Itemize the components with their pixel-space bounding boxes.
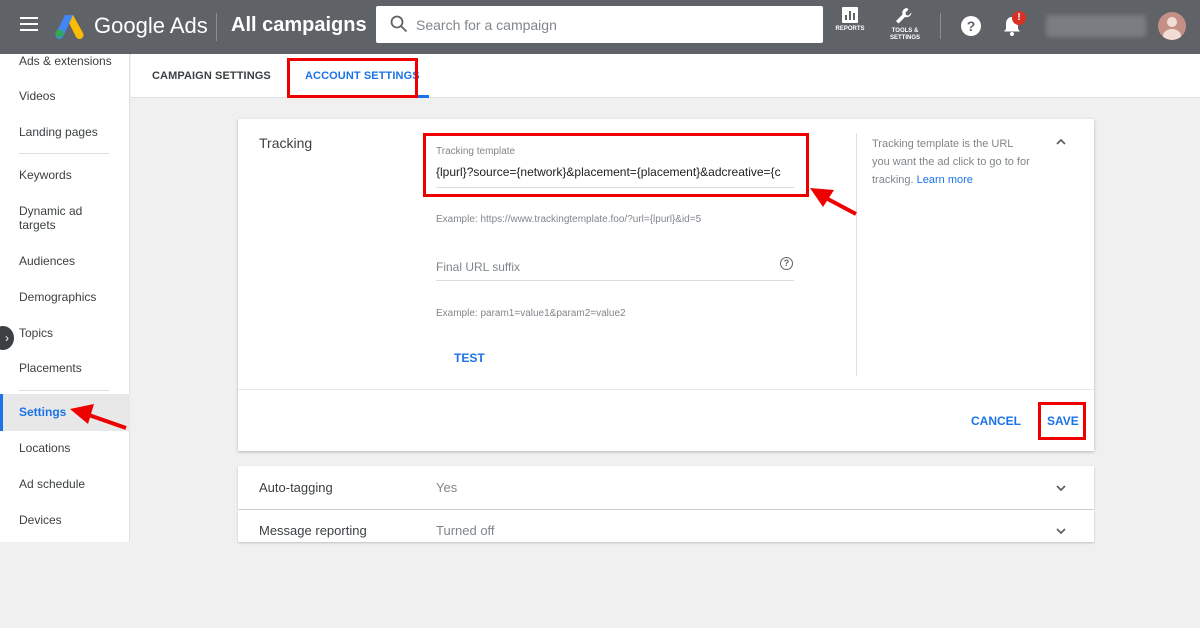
message-reporting-label: Message reporting [259, 523, 367, 538]
panel-vertical-divider [856, 133, 857, 376]
sidebar-divider [19, 390, 109, 391]
auto-tagging-label: Auto-tagging [259, 480, 333, 495]
tools-settings-button[interactable]: TOOLS & SETTINGS [884, 6, 926, 42]
sidebar-item-landing-pages[interactable]: Landing pages [0, 125, 130, 139]
sidebar-item-videos[interactable]: Videos [0, 89, 130, 103]
sidebar-item-dynamic-ad-targets[interactable]: Dynamic ad targets [0, 204, 100, 232]
final-url-suffix-underline [436, 280, 794, 281]
google-ads-logo [55, 15, 84, 39]
topbar-divider [940, 13, 941, 39]
page-title: All campaigns [231, 14, 367, 36]
tools-label-line1: TOOLS & [891, 28, 919, 34]
avatar[interactable] [1158, 12, 1186, 40]
highlight-box-save [1038, 402, 1086, 440]
chevron-down-icon[interactable] [1054, 524, 1068, 538]
sidebar: Ads & extensions Videos Landing pages Ke… [0, 54, 130, 542]
help-circle-icon[interactable]: ? [780, 257, 793, 270]
highlight-box-tracking-template [423, 133, 809, 197]
tracking-section-label: Tracking [259, 135, 313, 151]
help-icon[interactable]: ? [961, 16, 981, 36]
learn-more-link[interactable]: Learn more [917, 174, 973, 186]
reports-label: REPORTS [835, 26, 865, 32]
app-root: Google Ads All campaigns REPORTS TOOLS [0, 0, 1200, 628]
chevron-down-icon[interactable] [1054, 481, 1068, 495]
sidebar-item-ad-schedule[interactable]: Ad schedule [0, 477, 130, 491]
sidebar-item-topics[interactable]: Topics [0, 326, 130, 340]
tab-campaign-settings[interactable]: CAMPAIGN SETTINGS [152, 70, 271, 82]
highlight-box-account-settings [287, 58, 418, 98]
cancel-button[interactable]: CANCEL [971, 414, 1021, 428]
message-reporting-row[interactable]: Message reporting Turned off [238, 510, 1094, 542]
final-url-suffix-input[interactable]: Final URL suffix [436, 260, 520, 274]
sidebar-item-audiences[interactable]: Audiences [0, 254, 130, 268]
search-icon [390, 15, 408, 33]
sidebar-item-demographics[interactable]: Demographics [0, 290, 130, 304]
message-reporting-value: Turned off [436, 523, 495, 538]
sidebar-item-placements[interactable]: Placements [0, 361, 130, 375]
tools-label-line2: SETTINGS [889, 35, 920, 41]
reports-button[interactable]: REPORTS [831, 6, 869, 33]
sidebar-item-devices[interactable]: Devices [0, 513, 130, 527]
sidebar-item-keywords[interactable]: Keywords [0, 168, 130, 182]
wrench-icon [896, 8, 912, 24]
chevron-up-icon[interactable] [1054, 135, 1068, 149]
menu-icon[interactable] [20, 17, 38, 31]
panel-footer-divider [238, 389, 1094, 390]
product-name: Google Ads [94, 13, 208, 38]
auto-tagging-value: Yes [436, 480, 458, 495]
search-input[interactable] [416, 6, 816, 43]
sidebar-item-locations[interactable]: Locations [0, 441, 130, 455]
sidebar-divider [19, 153, 109, 154]
auto-tagging-row[interactable]: Auto-tagging Yes [238, 466, 1094, 509]
sidebar-item-ads-extensions[interactable]: Ads & extensions [0, 54, 130, 68]
top-bar: Google Ads All campaigns REPORTS TOOLS [0, 0, 1200, 54]
reports-icon [842, 7, 858, 23]
test-button[interactable]: TEST [454, 351, 485, 365]
notification-badge: ! [1012, 11, 1026, 25]
account-info[interactable] [1046, 15, 1146, 37]
final-url-suffix-example: Example: param1=value1&param2=value2 [436, 308, 626, 319]
topbar-divider [216, 13, 217, 41]
tracking-template-example: Example: https://www.trackingtemplate.fo… [436, 214, 702, 225]
search-box[interactable] [376, 6, 823, 43]
tracking-help-text: Tracking template is the URL you want th… [872, 135, 1032, 189]
sidebar-item-settings[interactable]: Settings [0, 394, 130, 431]
